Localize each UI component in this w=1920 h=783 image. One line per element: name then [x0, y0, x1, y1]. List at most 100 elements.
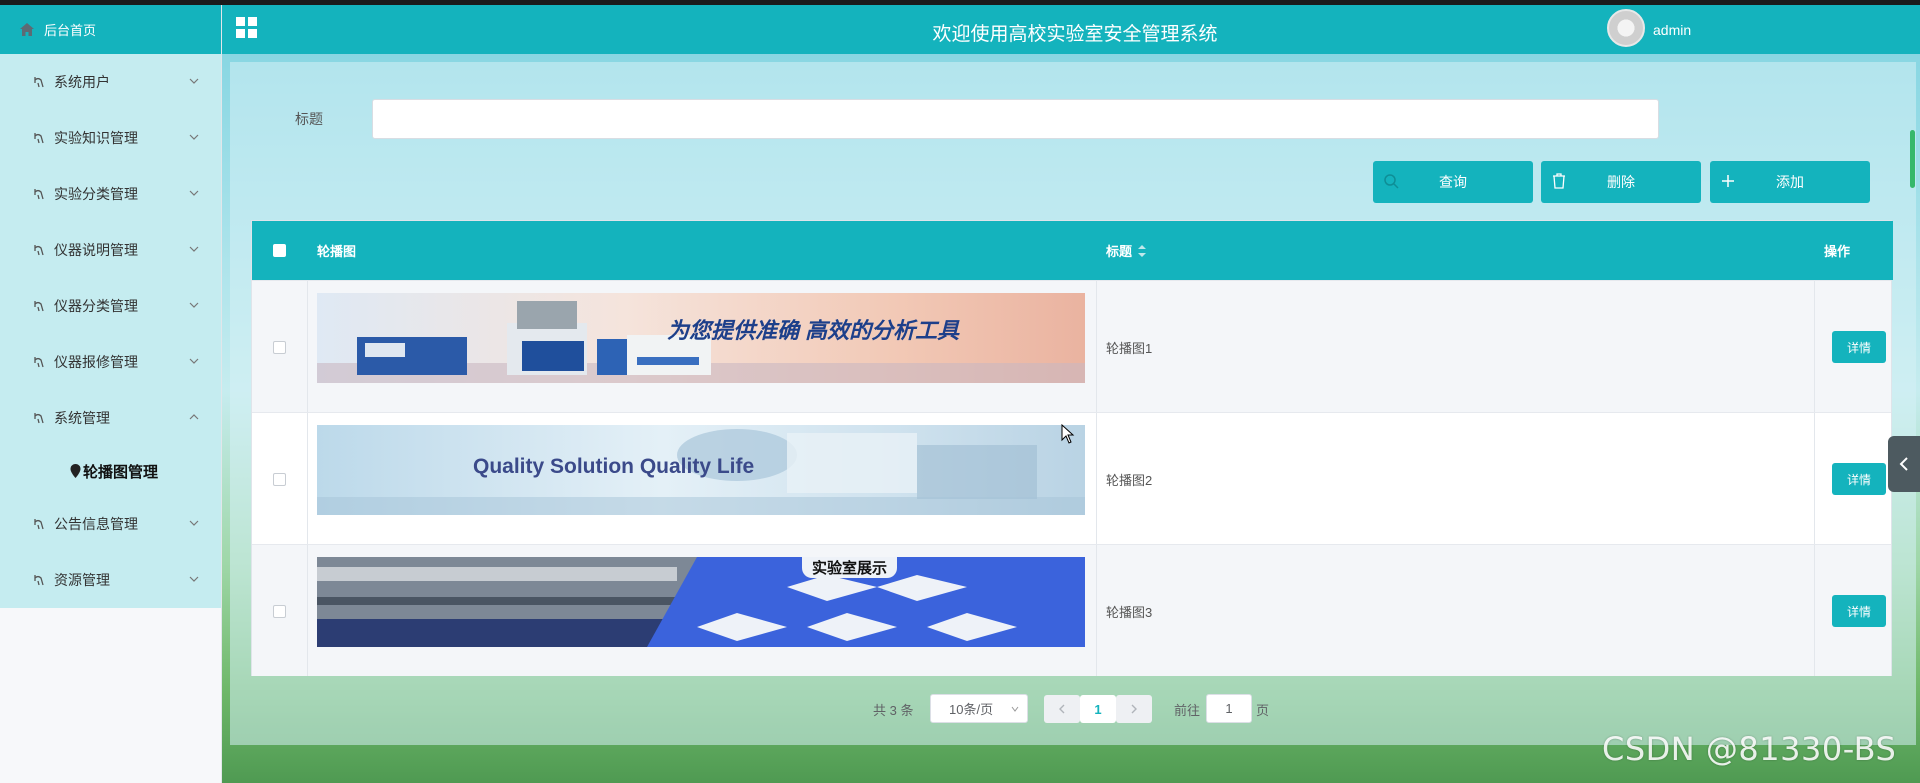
- detail-button[interactable]: 详情: [1832, 463, 1886, 495]
- banner-text-1: 为您提供准确 高效的分析工具: [667, 318, 960, 343]
- menu-icon: [34, 77, 44, 88]
- column-header-title[interactable]: 标题: [1106, 221, 1147, 280]
- column-divider: [1096, 413, 1097, 544]
- banner-text-2: Quality Solution Quality Life: [473, 455, 755, 478]
- chevron-down-icon: [189, 246, 199, 252]
- menu-icon: [34, 245, 44, 256]
- plus-icon: [1722, 175, 1734, 187]
- username[interactable]: admin: [1653, 22, 1691, 38]
- column-header-image: 轮播图: [317, 221, 357, 280]
- chevron-down-icon: [189, 520, 199, 526]
- sidebar-item-label: 资源管理: [54, 572, 110, 588]
- menu-icon: [34, 357, 44, 368]
- column-divider: [1096, 545, 1097, 676]
- sidebar-item-notice[interactable]: 公告信息管理: [0, 496, 221, 552]
- sidebar-subitem-label: 轮播图管理: [83, 463, 159, 481]
- sidebar-item-resources[interactable]: 资源管理: [0, 552, 221, 608]
- sidebar-home[interactable]: 后台首页: [0, 5, 221, 54]
- goto-page-input[interactable]: [1206, 694, 1252, 723]
- search-icon: [1384, 174, 1399, 189]
- sidebar-item-label: 仪器分类管理: [54, 298, 138, 314]
- delete-button-label: 删除: [1607, 174, 1635, 190]
- sidebar-item-knowledge[interactable]: 实验知识管理: [0, 110, 221, 166]
- column-divider: [1814, 281, 1815, 412]
- column-divider: [1814, 545, 1815, 676]
- select-all-checkbox[interactable]: [273, 244, 286, 257]
- title-search-input[interactable]: [372, 99, 1659, 139]
- query-button[interactable]: 查询: [1373, 161, 1533, 203]
- detail-button[interactable]: 详情: [1832, 595, 1886, 627]
- column-divider: [307, 413, 308, 544]
- sidebar-item-label: 系统用户: [54, 74, 110, 90]
- page-number-current[interactable]: 1: [1080, 695, 1116, 723]
- data-table: 轮播图 标题 操作 为您提供准确 高效的分析工具 轮播图1 详情 Quality…: [251, 220, 1893, 676]
- sidebar-item-label: 公告信息管理: [54, 516, 138, 532]
- page-size-value: 10条/页: [949, 702, 994, 717]
- query-button-label: 查询: [1439, 174, 1467, 190]
- watermark: CSDN @81330-BS: [1602, 730, 1897, 768]
- collapse-panel-tab[interactable]: [1888, 436, 1920, 492]
- sidebar-item-system[interactable]: 系统管理: [0, 390, 221, 446]
- carousel-image-2: Quality Solution Quality Life: [317, 425, 1085, 515]
- sidebar-item-repair[interactable]: 仪器报修管理: [0, 334, 221, 390]
- menu-icon: [34, 413, 44, 424]
- add-button-label: 添加: [1776, 174, 1804, 190]
- detail-button[interactable]: 详情: [1832, 331, 1886, 363]
- sidebar: 后台首页 系统用户 实验知识管理 实验分类管理 仪器说明管理 仪器分类管理 仪器…: [0, 5, 222, 783]
- chevron-up-icon: [189, 414, 199, 420]
- chevron-down-icon: [189, 134, 199, 140]
- avatar[interactable]: [1607, 9, 1645, 47]
- menu-icon: [34, 189, 44, 200]
- menu-icon: [34, 519, 44, 530]
- row-checkbox[interactable]: [273, 340, 286, 354]
- chevron-down-icon: [189, 358, 199, 364]
- table-header: [252, 221, 1893, 280]
- row-action-cell: 详情: [1826, 281, 1892, 413]
- location-pin-icon: [70, 464, 81, 478]
- delete-button[interactable]: 删除: [1541, 161, 1701, 203]
- row-select-cell: [252, 413, 307, 545]
- column-header-action: 操作: [1824, 221, 1851, 280]
- scrollbar-thumb[interactable]: [1910, 130, 1915, 188]
- next-page-button[interactable]: [1116, 695, 1152, 723]
- sidebar-subitem-carousel[interactable]: 轮播图管理: [0, 446, 221, 496]
- row-action-cell: 详情: [1826, 413, 1892, 545]
- lab-showcase-illustration: [317, 557, 1085, 647]
- sidebar-item-exp-category[interactable]: 实验分类管理: [0, 166, 221, 222]
- table-row: 为您提供准确 高效的分析工具 轮播图1 详情: [252, 280, 1891, 412]
- row-select-cell: [252, 281, 307, 413]
- prev-page-button[interactable]: [1044, 695, 1080, 723]
- sidebar-home-label: 后台首页: [44, 23, 97, 38]
- chevron-down-icon: [1011, 706, 1019, 712]
- trash-icon: [1553, 173, 1565, 189]
- chevron-left-icon: [1899, 457, 1908, 471]
- sidebar-item-label: 实验分类管理: [54, 186, 138, 202]
- sort-icon[interactable]: [1138, 244, 1147, 257]
- sidebar-item-instrument-category[interactable]: 仪器分类管理: [0, 278, 221, 334]
- chevron-down-icon: [189, 576, 199, 582]
- sidebar-item-label: 仪器报修管理: [54, 354, 138, 370]
- sidebar-item-label: 实验知识管理: [54, 130, 138, 146]
- column-header-title-label: 标题: [1106, 244, 1133, 259]
- row-checkbox[interactable]: [273, 604, 286, 618]
- row-checkbox[interactable]: [273, 472, 286, 486]
- page-size-select[interactable]: 10条/页: [930, 694, 1028, 723]
- sidebar-item-instrument-manual[interactable]: 仪器说明管理: [0, 222, 221, 278]
- top-header: 欢迎使用高校实验室安全管理系统 admin: [222, 5, 1920, 54]
- row-title: 轮播图1: [1106, 340, 1153, 356]
- row-title: 轮播图3: [1106, 604, 1153, 620]
- column-divider: [1096, 281, 1097, 412]
- column-divider: [307, 545, 308, 676]
- row-title: 轮播图2: [1106, 472, 1153, 488]
- sidebar-item-users[interactable]: 系统用户: [0, 54, 221, 110]
- home-icon: [20, 23, 34, 36]
- table-row: 实验室展示 轮播图3 详情: [252, 544, 1891, 676]
- pagination-total: 共 3 条: [873, 702, 914, 718]
- chevron-right-icon: [1131, 704, 1137, 714]
- search-label: 标题: [295, 111, 323, 127]
- menu-icon: [34, 575, 44, 586]
- add-button[interactable]: 添加: [1710, 161, 1870, 203]
- carousel-image-1: 为您提供准确 高效的分析工具: [317, 293, 1085, 383]
- menu-icon: [34, 301, 44, 312]
- chevron-left-icon: [1059, 704, 1065, 714]
